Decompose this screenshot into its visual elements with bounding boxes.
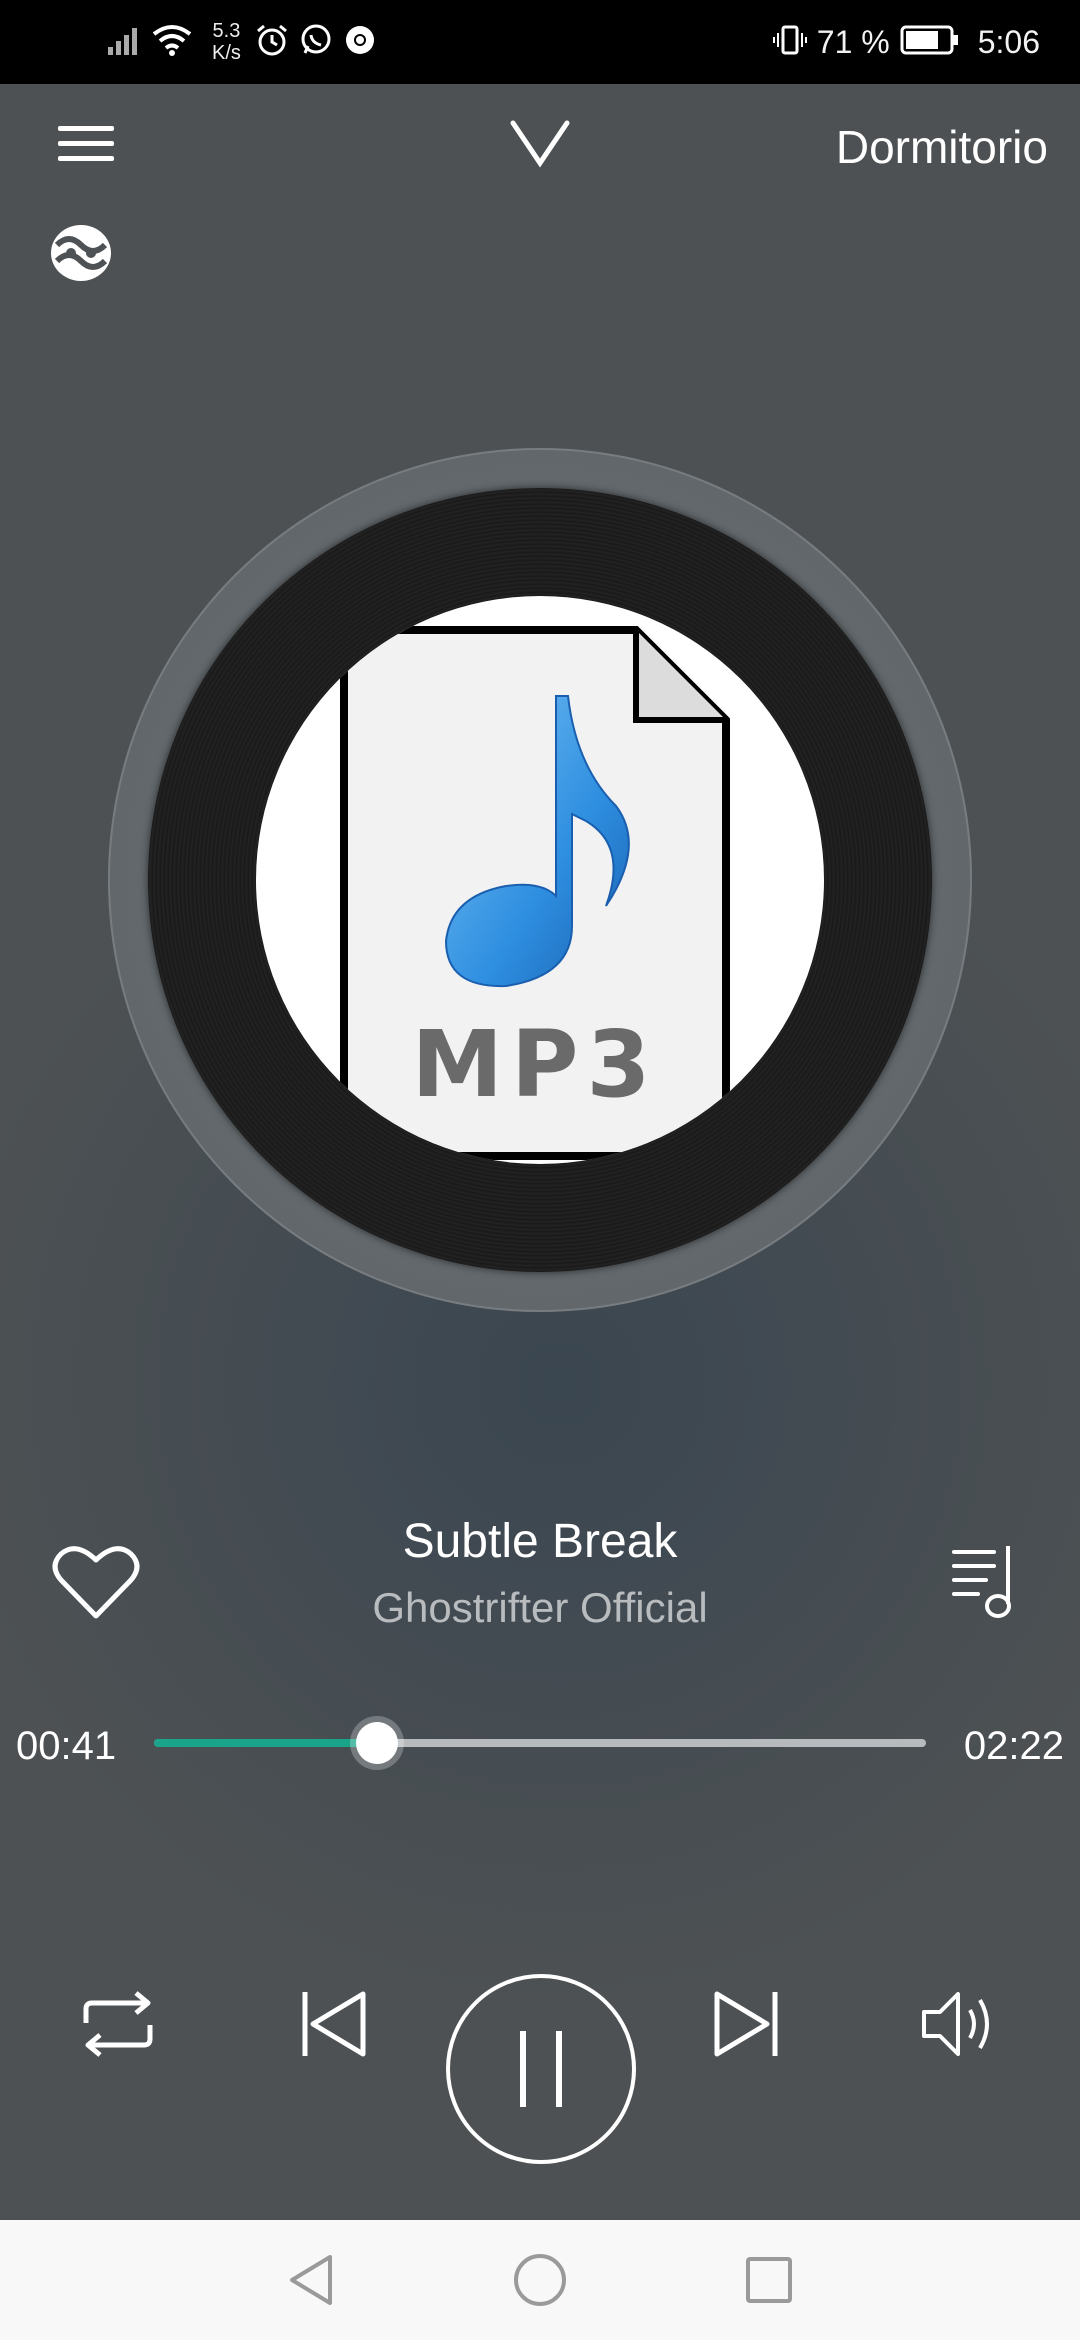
clock: 5:06 — [977, 23, 1040, 60]
mp3-file-music-note-icon: MP3 — [340, 626, 730, 1160]
album-art: MP3 — [256, 596, 824, 1164]
seek-bar[interactable] — [154, 1722, 926, 1764]
network-speed-unit: K/s — [212, 42, 241, 64]
total-duration: 02:22 — [963, 1724, 1064, 1768]
next-icon — [714, 1991, 778, 2057]
elapsed-time: 00:41 — [16, 1724, 117, 1768]
collapse-chevron-icon — [510, 120, 570, 168]
collapse-button[interactable] — [505, 104, 575, 184]
wifi-icon — [152, 24, 192, 61]
back-icon — [290, 2255, 332, 2305]
volume-icon — [922, 1992, 989, 2056]
recents-button[interactable] — [724, 2240, 814, 2320]
album-disc: MP3 — [108, 448, 972, 1312]
vibrate-icon — [772, 23, 807, 62]
song-title: Subtle Break — [402, 1515, 678, 1568]
network-speed: 5.3 K/s — [212, 20, 241, 64]
status-bar-left: 5.3 K/s — [108, 18, 387, 66]
status-bar: 5.3 K/s 71 % 5:06 — [0, 0, 1080, 84]
whatsapp-icon — [299, 23, 333, 62]
queue-button[interactable] — [940, 1532, 1030, 1632]
menu-icon — [58, 126, 114, 161]
play-pause-button[interactable] — [446, 1974, 636, 2164]
repeat-button[interactable] — [68, 1974, 168, 2074]
song-artist: Ghostrifter Official — [372, 1584, 708, 1631]
repeat-icon — [83, 1991, 153, 2057]
recents-icon — [746, 2257, 792, 2303]
vinyl-record: MP3 — [148, 488, 932, 1272]
signal-icon — [108, 25, 142, 60]
previous-button[interactable] — [284, 1974, 384, 2074]
home-button[interactable] — [495, 2240, 585, 2320]
next-button[interactable] — [696, 1974, 796, 2074]
battery-icon — [900, 25, 960, 60]
volume-button[interactable] — [910, 1974, 1010, 2074]
menu-button[interactable] — [56, 84, 126, 204]
previous-icon — [302, 1991, 366, 2057]
output-device-name[interactable]: Dormitorio — [836, 120, 1048, 174]
cast-device-icon — [51, 225, 111, 281]
seek-bar-thumb[interactable] — [356, 1722, 399, 1764]
battery-percent: 71 % — [816, 23, 890, 60]
alarm-icon — [255, 23, 289, 62]
queue-icon — [952, 1546, 1011, 1618]
pause-icon — [520, 2031, 562, 2107]
status-bar-right: 71 % 5:06 — [772, 18, 1040, 66]
seek-bar-progress — [154, 1739, 378, 1747]
chrome-icon — [343, 23, 377, 62]
network-speed-value: 5.3 — [212, 20, 241, 42]
now-playing-screen: Dormitorio MP3 Subtle Break Ghostrifter … — [0, 84, 1080, 2220]
cast-device-button[interactable] — [46, 218, 116, 288]
system-nav-bar — [0, 2220, 1080, 2340]
back-button[interactable] — [266, 2240, 356, 2320]
album-art-label: MP3 — [412, 1011, 659, 1118]
home-icon — [514, 2254, 566, 2306]
